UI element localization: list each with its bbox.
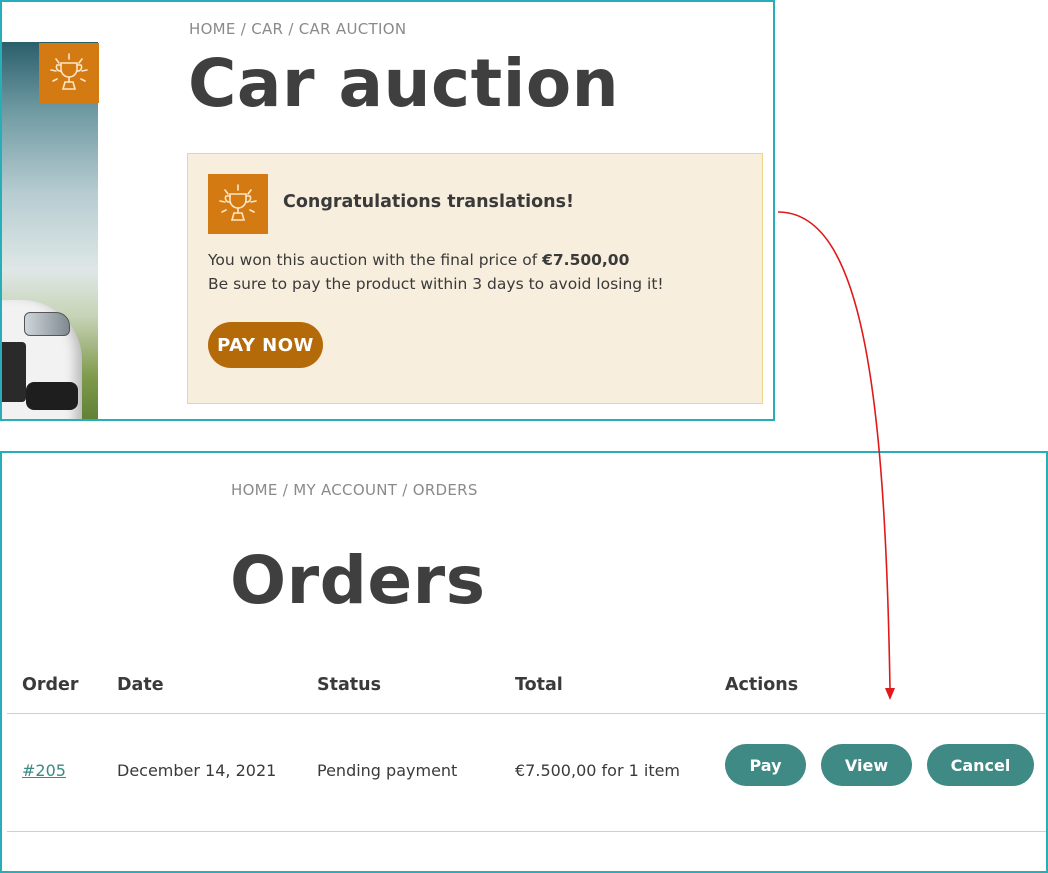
breadcrumb-item-current: CAR AUCTION <box>298 20 407 38</box>
breadcrumb-item-my-account[interactable]: MY ACCOUNT <box>293 481 397 499</box>
breadcrumb-separator: / <box>397 481 413 499</box>
column-header-order: Order <box>22 675 79 695</box>
column-header-total: Total <box>515 675 563 695</box>
header-divider <box>7 713 1046 714</box>
breadcrumb-item-current: ORDERS <box>412 481 478 499</box>
orders-panel: HOME / MY ACCOUNT / ORDERS Orders Order … <box>0 451 1048 873</box>
view-button[interactable]: View <box>821 744 912 786</box>
car-headlight-shape <box>24 312 70 336</box>
cancel-button[interactable]: Cancel <box>927 744 1034 786</box>
auction-won-notice: Congratulations translations! You won th… <box>187 153 763 404</box>
column-header-status: Status <box>317 675 382 695</box>
pay-reminder: Be sure to pay the product within 3 days… <box>208 275 664 293</box>
breadcrumb-separator: / <box>277 481 294 499</box>
won-text: You won this auction with the final pric… <box>208 251 538 269</box>
car-grille-shape <box>2 342 26 402</box>
pay-now-button[interactable]: PAY NOW <box>208 322 323 368</box>
order-status-cell: Pending payment <box>317 761 458 780</box>
order-date-cell: December 14, 2021 <box>117 761 277 780</box>
breadcrumb-item-car[interactable]: CAR <box>251 20 283 38</box>
column-header-actions: Actions <box>725 675 799 695</box>
row-divider <box>7 831 1046 832</box>
page-title: Orders <box>230 542 486 619</box>
breadcrumb: HOME / CAR / CAR AUCTION <box>189 20 406 38</box>
breadcrumb-item-home[interactable]: HOME <box>231 481 278 499</box>
trophy-icon <box>208 174 268 234</box>
car-foglight-shape <box>26 382 78 410</box>
column-header-date: Date <box>117 675 164 695</box>
notice-heading: Congratulations translations! <box>283 192 575 212</box>
order-number-link[interactable]: #205 <box>22 761 66 780</box>
page-title: Car auction <box>188 45 620 122</box>
final-price: €7.500,00 <box>542 251 630 269</box>
trophy-icon <box>39 43 99 103</box>
order-number-cell: #205 <box>22 761 66 780</box>
won-message: You won this auction with the final pric… <box>208 251 629 269</box>
breadcrumb-separator: / <box>283 20 299 38</box>
breadcrumb-item-home[interactable]: HOME <box>189 20 236 38</box>
breadcrumb: HOME / MY ACCOUNT / ORDERS <box>231 481 478 499</box>
order-total-cell: €7.500,00 for 1 item <box>515 761 681 780</box>
pay-button[interactable]: Pay <box>725 744 806 786</box>
breadcrumb-separator: / <box>235 20 252 38</box>
